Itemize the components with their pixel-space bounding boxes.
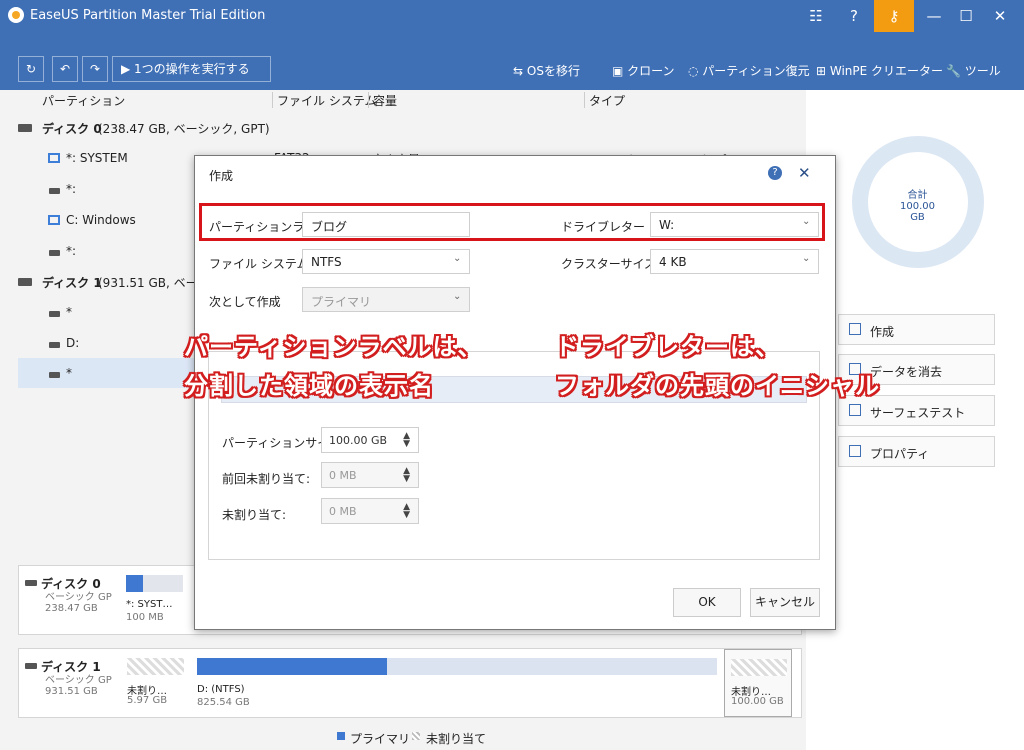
execute-operation-button[interactable]: ▶ 1つの操作を実行する: [112, 56, 271, 82]
partition-icon: [49, 342, 60, 348]
highlight-box: [199, 203, 825, 241]
partition-recovery-button[interactable]: ◌ パーティション復元: [688, 62, 810, 78]
winpe-creator-button[interactable]: ⊞ WinPE クリエーター: [816, 62, 943, 78]
menu-list-icon[interactable]: ☷: [796, 0, 836, 32]
close-window-button[interactable]: ✕: [980, 0, 1020, 32]
chevron-down-icon: ⌄: [802, 253, 811, 264]
cluster-size-label: クラスターサイズ: [561, 257, 657, 271]
disk-row-0[interactable]: ディスク 0 (238.47 GB, ベーシック, GPT): [18, 112, 798, 142]
chevron-down-icon: ⌄: [453, 253, 462, 264]
migrate-os-button[interactable]: ⇆ OSを移行: [513, 62, 580, 78]
partition-name: *: [66, 366, 72, 380]
partition-name: *: SYSTEM: [66, 151, 128, 165]
redo-button[interactable]: ↷: [82, 56, 108, 82]
toolbar: ↻ ↶ ↷ ▶ 1つの操作を実行する: [0, 32, 1024, 90]
partition-name: *: [66, 305, 72, 319]
disk-icon: [25, 663, 37, 669]
unallocated-segment-1[interactable]: [127, 658, 184, 675]
d-partition-segment[interactable]: [197, 658, 717, 675]
legend-unallocated-swatch: [412, 732, 420, 740]
create-as-label: 次として作成: [209, 295, 281, 309]
recovery-icon: ◌: [688, 64, 703, 78]
migrate-icon: ⇆: [513, 64, 527, 78]
disk-name: ディスク 1: [42, 276, 102, 290]
column-file-system: ファイル システム: [272, 92, 376, 108]
plus-icon: [849, 323, 861, 335]
partition-name: *:: [66, 244, 77, 258]
disk-name: ディスク 0: [42, 122, 102, 136]
partition-icon: [49, 188, 60, 194]
disk-icon: [25, 580, 37, 586]
tools-button[interactable]: 🔧 ツール: [946, 62, 1001, 78]
windows-icon: ⊞: [816, 64, 830, 78]
dialog-close-button[interactable]: ✕: [798, 164, 811, 182]
dialog-title: 作成: [209, 169, 234, 183]
clone-icon: ▣: [612, 64, 628, 78]
app-title: EaseUS Partition Master Trial Edition: [30, 8, 266, 23]
properties-icon: [849, 445, 861, 457]
table-header: パーティション ファイル システム 容量 タイプ: [18, 88, 808, 108]
column-partition: パーティション: [42, 94, 126, 108]
legend-unallocated: 未割り当て: [426, 732, 487, 746]
dialog-help-icon[interactable]: ?: [768, 166, 782, 180]
partition-name: D:: [66, 336, 80, 350]
disk-info: ベーシック GP 238.47 GB: [45, 592, 112, 614]
column-capacity: 容量: [368, 92, 397, 108]
create-button[interactable]: 作成: [838, 314, 995, 345]
windows-partition-icon: [48, 215, 60, 225]
title-bar: EaseUS Partition Master Trial Edition ☷ …: [0, 0, 1024, 32]
system-partition-segment[interactable]: [126, 575, 183, 592]
system-partition-icon: [48, 153, 60, 163]
file-system-label: ファイル システム: [209, 257, 309, 271]
clone-button[interactable]: ▣ クローン: [612, 62, 675, 78]
disk-map-1[interactable]: ディスク 1 ベーシック GP 931.51 GB 未割り… 5.97 GB D:…: [18, 648, 802, 718]
legend-primary-swatch: [337, 732, 345, 740]
partition-name: C: Windows: [66, 213, 136, 227]
annotation-left-line2: 分割した領域の表示名: [184, 372, 434, 400]
annotation-left-line1: パーティションラベルは、: [184, 333, 483, 361]
legend-primary: プライマリ: [350, 732, 411, 746]
help-icon[interactable]: ?: [834, 0, 874, 32]
chevron-down-icon: ⌄: [453, 291, 462, 302]
disk-icon: [18, 124, 32, 132]
disk-meta: (238.47 GB, ベーシック, GPT): [98, 122, 270, 136]
app-logo-icon: [8, 7, 24, 23]
undo-button[interactable]: ↶: [52, 56, 78, 82]
selected-unallocated-segment[interactable]: 未割り… 100.00 GB: [724, 649, 792, 717]
properties-button[interactable]: プロパティ: [838, 436, 995, 467]
partition-name: *:: [66, 182, 77, 196]
cluster-size-select[interactable]: 4 KB ⌄: [650, 249, 819, 274]
cancel-button[interactable]: キャンセル: [750, 588, 820, 617]
annotation-right-line2: フォルダの先頭のイニシャル: [555, 372, 880, 400]
disk-info: ベーシック GP 931.51 GB: [45, 675, 112, 697]
column-type: タイプ: [584, 92, 625, 108]
create-as-select[interactable]: プライマリ ⌄: [302, 287, 470, 312]
test-icon: [849, 404, 861, 416]
key-icon[interactable]: ⚷: [874, 0, 914, 32]
refresh-button[interactable]: ↻: [18, 56, 44, 82]
partition-icon: [49, 372, 60, 378]
partition-icon: [49, 311, 60, 317]
partition-icon: [49, 250, 60, 256]
ok-button[interactable]: OK: [673, 588, 741, 617]
annotation-right-line1: ドライブレターは、: [555, 333, 780, 361]
disk-icon: [18, 278, 32, 286]
wrench-icon: 🔧: [946, 64, 965, 78]
total-capacity-label: 合計 100.00 GB: [900, 190, 935, 223]
file-system-select[interactable]: NTFS ⌄: [302, 249, 470, 274]
